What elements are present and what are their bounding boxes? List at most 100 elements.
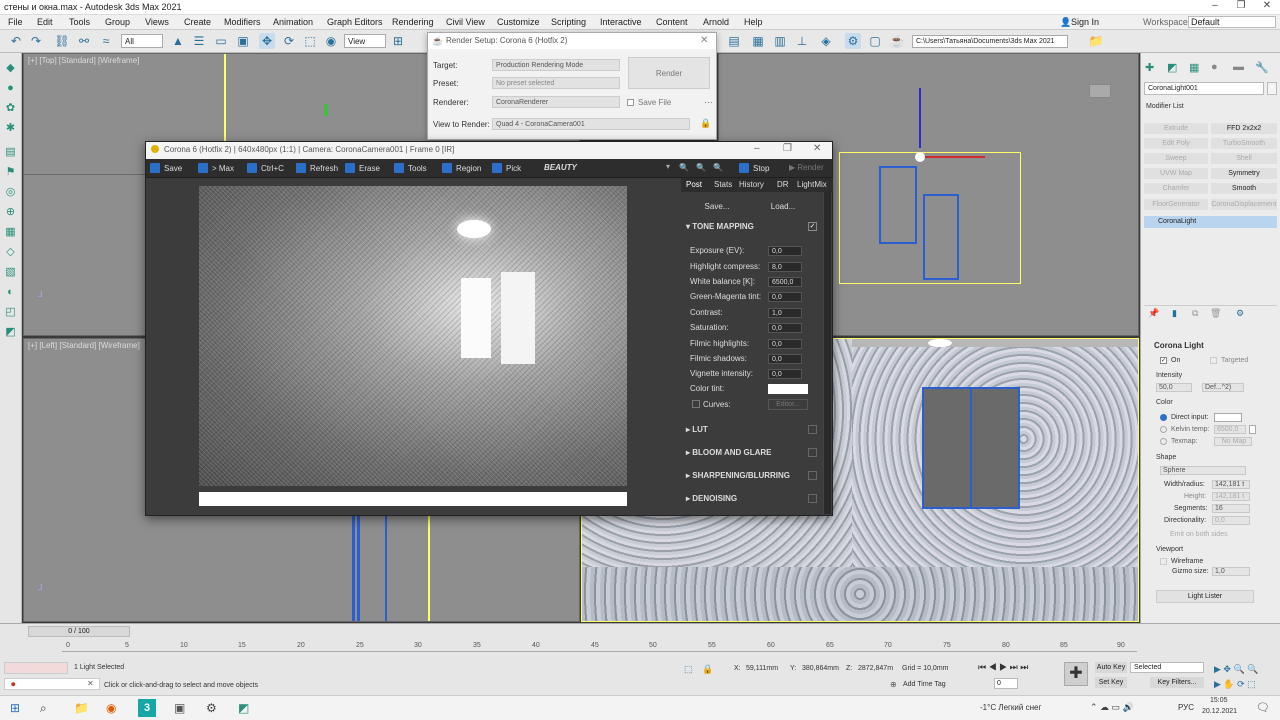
- tab-history[interactable]: History: [739, 180, 764, 189]
- texmap-button[interactable]: No Map: [1214, 437, 1252, 446]
- menu-content[interactable]: Content: [656, 17, 688, 27]
- object-color-swatch[interactable]: [1267, 82, 1277, 95]
- link-icon[interactable]: ⛓: [54, 33, 70, 49]
- vfb-refresh-button[interactable]: Refresh: [296, 163, 338, 173]
- white-balance-field[interactable]: 6500,0: [768, 277, 802, 287]
- clock-date[interactable]: 20.12.2021: [1202, 708, 1237, 715]
- intensity-unit-dropdown[interactable]: Def...^2): [1202, 383, 1244, 392]
- z-coordinate[interactable]: 2872,847m: [858, 665, 893, 672]
- directionality-field[interactable]: 0,0: [1212, 516, 1250, 525]
- render-preview[interactable]: [199, 186, 627, 486]
- zoom-fit-icon[interactable]: 🔍: [713, 163, 723, 172]
- layer-explorer-icon[interactable]: ▤: [726, 33, 742, 49]
- view-to-render-dropdown[interactable]: Quad 4 - CoronaCamera001: [492, 118, 690, 130]
- preset-dropdown[interactable]: No preset selected: [492, 77, 620, 89]
- direct-input-radio[interactable]: [1160, 414, 1167, 421]
- vfb-to-max-button[interactable]: > Max: [198, 163, 234, 173]
- vfb-render-button[interactable]: ▶ Render: [789, 163, 824, 172]
- tab-post[interactable]: Post: [686, 180, 702, 189]
- create-geometry-icon[interactable]: ◆: [3, 61, 18, 76]
- menu-modifiers[interactable]: Modifiers: [224, 17, 261, 27]
- key-mode-dropdown[interactable]: Selected: [1130, 662, 1204, 673]
- menu-customize[interactable]: Customize: [497, 17, 540, 27]
- hierarchy-tab-icon[interactable]: ▦: [1189, 61, 1199, 74]
- post-save-button[interactable]: Save...: [684, 200, 750, 214]
- pin-stack-icon[interactable]: 📌: [1148, 308, 1159, 319]
- contrast-field[interactable]: 1,0: [768, 308, 802, 318]
- vfb-maximize-button[interactable]: ❐: [783, 143, 792, 154]
- project-folder-icon[interactable]: 📁: [1088, 33, 1104, 49]
- mod-smooth[interactable]: Smooth: [1211, 183, 1277, 194]
- mod-coronadisplacement[interactable]: CoronaDisplacement: [1211, 199, 1277, 210]
- auto-key-button[interactable]: Auto Key: [1095, 662, 1127, 673]
- shapes-icon[interactable]: ✿: [3, 101, 18, 116]
- paint-icon[interactable]: ◩: [3, 325, 18, 340]
- set-key-button[interactable]: Set Key: [1095, 677, 1127, 688]
- highlight-compress-field[interactable]: 8,0: [768, 262, 802, 272]
- tab-lightmix[interactable]: LightMix: [797, 180, 827, 189]
- wireframe-checkbox[interactable]: [1160, 558, 1167, 565]
- menu-views[interactable]: Views: [145, 17, 169, 27]
- add-time-tag-button[interactable]: Add Time Tag: [903, 681, 946, 688]
- lights-icon[interactable]: ✱: [3, 121, 18, 136]
- menu-tools[interactable]: Tools: [69, 17, 90, 27]
- vfb-save-button[interactable]: Save: [150, 163, 182, 173]
- minimize-button[interactable]: –: [1202, 0, 1228, 15]
- viewport-left-label[interactable]: [+] [Left] [Standard] [Wireframe]: [28, 341, 140, 350]
- vfb-dropdown-arrow-icon[interactable]: ▾: [666, 162, 670, 171]
- redo-icon[interactable]: ↷: [28, 33, 44, 49]
- select-scale-icon[interactable]: ⬚: [302, 33, 318, 49]
- 3dsmax-taskbar-icon[interactable]: 3: [138, 699, 156, 717]
- filmic-shadows-field[interactable]: 0,0: [768, 354, 802, 364]
- vfb-pick-button[interactable]: Pick: [492, 163, 521, 173]
- mod-turbosmooth[interactable]: TurboSmooth: [1211, 138, 1277, 149]
- modifier-stack-item[interactable]: CoronaLight: [1144, 216, 1277, 228]
- sharpening-section-header[interactable]: ▸ SHARPENING/BLURRING: [686, 471, 790, 480]
- selection-filter-dropdown[interactable]: All: [121, 34, 163, 48]
- x-coordinate[interactable]: 59,111mm: [746, 665, 778, 672]
- vfb-minimize-button[interactable]: –: [754, 143, 760, 154]
- render-setup-icon[interactable]: ⚙: [845, 33, 861, 49]
- target-dropdown[interactable]: Production Rendering Mode: [492, 59, 620, 71]
- zoom-in-icon[interactable]: 🔍: [679, 163, 689, 172]
- helpers-icon[interactable]: ⚑: [3, 165, 18, 180]
- select-rotate-icon[interactable]: ⟳: [281, 33, 297, 49]
- file-explorer-icon[interactable]: 📁: [74, 701, 89, 715]
- texmap-radio[interactable]: [1160, 438, 1167, 445]
- systems-icon[interactable]: ⊕: [3, 205, 18, 220]
- clock-time[interactable]: 15:05: [1210, 697, 1228, 704]
- mod-uvw-map[interactable]: UVW Map: [1144, 168, 1208, 179]
- undo-icon[interactable]: ↶: [8, 33, 24, 49]
- vfb-erase-button[interactable]: Erase: [345, 163, 380, 173]
- select-by-name-icon[interactable]: ☰: [191, 33, 207, 49]
- settings-icon[interactable]: ⚙: [206, 701, 217, 715]
- time-slider[interactable]: 0 / 100: [28, 626, 130, 637]
- saturation-field[interactable]: 0,0: [768, 323, 802, 333]
- vfb-stop-button[interactable]: Stop: [739, 163, 769, 173]
- targeted-checkbox[interactable]: [1210, 357, 1217, 364]
- tab-dr[interactable]: DR: [777, 180, 789, 189]
- select-object-icon[interactable]: ▲: [170, 33, 186, 49]
- save-file-browse-button[interactable]: …: [704, 95, 713, 105]
- vfb-side-scrollbar[interactable]: [823, 192, 831, 514]
- sign-in-button[interactable]: Sign In: [1071, 17, 1099, 27]
- display-tab-icon[interactable]: ▬: [1233, 61, 1244, 73]
- unlink-icon[interactable]: ⚯: [76, 33, 92, 49]
- menu-group[interactable]: Group: [105, 17, 130, 27]
- vfb-copy-button[interactable]: Ctrl+C: [247, 163, 284, 173]
- modify-tab-icon[interactable]: ◩: [1167, 61, 1177, 74]
- kelvin-swatch[interactable]: [1249, 425, 1256, 434]
- lock-icon[interactable]: 🔒: [700, 118, 711, 129]
- selection-icon[interactable]: ◰: [3, 305, 18, 320]
- vfb-close-button[interactable]: ✕: [813, 143, 821, 154]
- spacewarps-icon[interactable]: ◎: [3, 185, 18, 200]
- mod-shell[interactable]: Shell: [1211, 153, 1277, 164]
- menu-edit[interactable]: Edit: [37, 17, 53, 27]
- motion-tab-icon[interactable]: ●: [1211, 61, 1218, 73]
- segments-field[interactable]: 16: [1212, 504, 1250, 513]
- rendered-frame-icon[interactable]: ▢: [867, 33, 883, 49]
- on-checkbox[interactable]: ✓: [1160, 357, 1167, 364]
- corona-taskbar-icon[interactable]: ◩: [238, 701, 249, 715]
- script-input[interactable]: ⏺ ✕: [4, 678, 100, 690]
- rect-selection-icon[interactable]: ▭: [213, 33, 229, 49]
